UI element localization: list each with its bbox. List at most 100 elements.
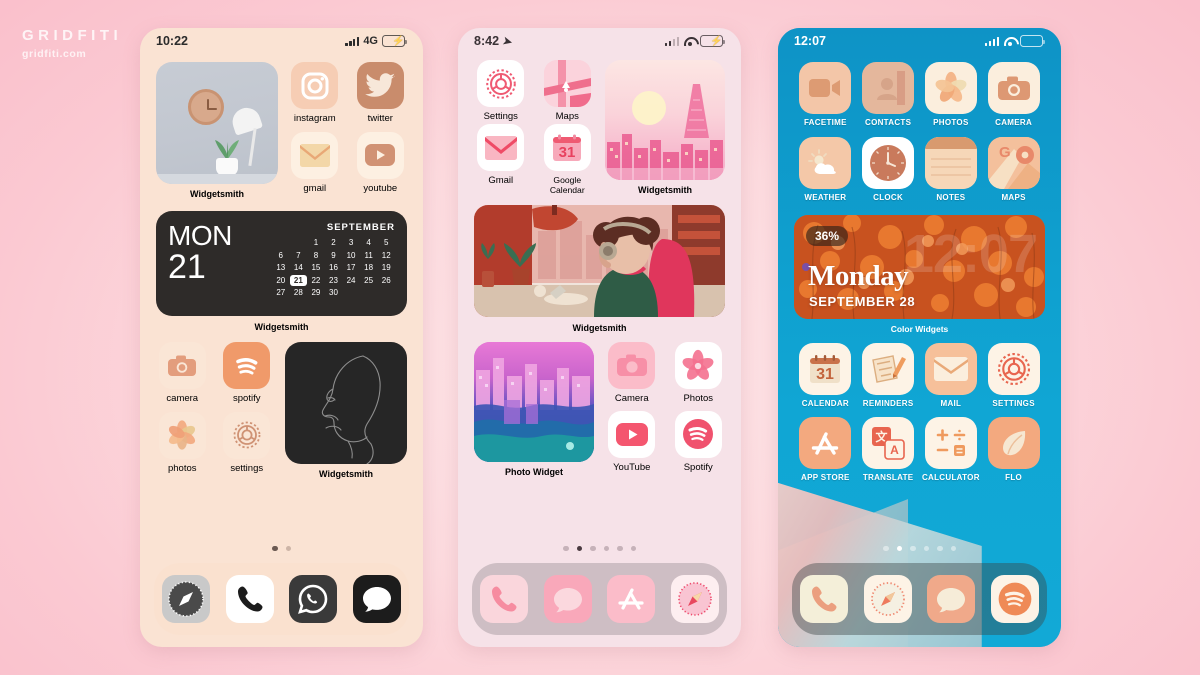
calculator-icon [924,417,977,470]
settings-gear-icon [223,411,271,459]
photos-flower-icon [924,62,977,114]
app-settings[interactable]: Settings [474,60,528,122]
page-dot[interactable] [923,545,929,551]
widget-face-1[interactable]: Widgetsmith [285,342,407,479]
page-dot[interactable] [617,545,623,551]
app-reminders[interactable]: REMINDERS [857,342,920,409]
google-g-letter: G [999,144,1011,161]
messages-bubble-icon[interactable] [543,575,592,623]
widget-tokyo-2[interactable]: Widgetsmith [605,60,725,195]
app-maps[interactable]: Maps [541,60,595,122]
calendar-empty-cell [342,287,360,298]
widget-calendar-1[interactable]: MON 21 SEPTEMBER 1 2 3 4 5 6 7 8 9 10 11 12 13 14 15 16… [140,211,423,332]
app-youtube[interactable]: YouTube [605,410,659,478]
messages-bubble-icon[interactable] [353,575,402,623]
app-label: CLOCK [873,192,904,202]
phone-handset-icon[interactable] [225,575,274,623]
app-label: PHOTOS [933,118,969,127]
app-label: WEATHER [804,192,847,202]
reminders-pencil-icon [862,342,915,395]
app-label: Maps [555,111,579,122]
phone-handset-icon[interactable] [479,575,528,623]
app-instagram[interactable]: instagram [288,62,342,130]
calendar-day-cell: 2 [331,238,336,247]
safari-compass-icon[interactable] [671,575,720,623]
clock-icon [862,136,915,189]
app-app-store[interactable]: APP STORE [794,417,857,483]
desk-surface [156,174,278,184]
calendar-day-cell: 26 [381,275,391,285]
app-calculator[interactable]: CALCULATOR [920,417,983,483]
page-dot[interactable] [937,545,943,551]
app-weather[interactable]: WEATHER [794,136,857,203]
app-camera[interactable]: camera [156,342,209,410]
page-dot[interactable] [950,545,956,551]
app-camera[interactable]: CAMERA [982,62,1045,128]
page-dot[interactable] [910,545,916,551]
page-dots-1[interactable] [140,545,423,551]
widget-lofi-2[interactable]: Widgetsmith [458,205,741,333]
calendar-day-cell: 5 [383,238,389,247]
page-dots-2[interactable] [458,545,741,551]
phone-screenshot-1: 10:22 4G ⚡ Widgetsmith instagram twitter… [140,28,423,647]
safari-compass-icon[interactable] [863,575,912,623]
page-dot[interactable] [590,545,596,551]
calendar-widget: MON 21 SEPTEMBER 1 2 3 4 5 6 7 8 9 10 11 12 13 14 15 16… [156,211,407,316]
app-photos[interactable]: photos [156,411,209,480]
page-dot[interactable] [576,545,582,551]
app-gmail[interactable]: Gmail [474,124,528,195]
flo-leaf-icon [987,417,1040,470]
safari-compass-icon[interactable] [161,575,210,623]
app-twitter[interactable]: twitter [354,62,408,130]
app-spotify[interactable]: spotify [221,342,274,410]
calendar-day-cell: 22 [311,275,321,285]
calendar-day-cell: 11 [364,250,373,260]
app-mail[interactable]: MAIL [920,342,983,409]
app-photos[interactable]: Photos [672,342,726,409]
app-label: Spotify [683,461,713,473]
messages-bubble-icon[interactable] [927,575,976,623]
widget-color-3[interactable]: 12:07 36% Monday SEPTEMBER 28 Color Widg… [778,214,1061,334]
app-store-icon[interactable] [607,575,656,623]
app-facetime[interactable]: FACETIME [794,62,857,128]
photos-flower-icon [674,342,722,390]
color-widget: 12:07 36% Monday SEPTEMBER 28 [794,214,1045,319]
page-dot[interactable] [883,545,889,551]
phone-handset-icon[interactable] [799,575,848,623]
whatsapp-icon[interactable] [289,575,338,623]
page-dot[interactable] [603,545,609,551]
app-contacts[interactable]: CONTACTS [857,62,920,128]
page-dot[interactable] [563,545,569,551]
app-camera[interactable]: Camera [605,342,659,409]
app-settings[interactable]: SETTINGS [982,342,1045,409]
calendar-day-number: 31 [559,144,576,161]
battery-charging-icon: ⚡ [700,35,726,47]
app-settings[interactable]: settings [221,411,274,480]
page-dots-3[interactable] [778,545,1061,551]
app-gmail[interactable]: gmail [288,131,342,200]
app-label: Settings [483,111,518,122]
app-photos[interactable]: PHOTOS [920,62,983,128]
app-google-calendar[interactable]: 31 Google Calendar [541,124,595,195]
page-dot[interactable] [896,545,902,551]
app-store-icon [799,417,852,470]
app-flo[interactable]: FLO [982,417,1045,483]
app-calendar[interactable]: 31 CALENDAR [794,342,857,409]
lamp-icon [228,104,264,136]
widget-photo-1[interactable]: Widgetsmith [156,62,278,199]
app-clock[interactable]: CLOCK [857,136,920,203]
app-notes[interactable]: NOTES [920,136,983,203]
page-dot[interactable] [285,545,291,551]
app-label: FACETIME [803,118,847,127]
app-translate[interactable]: 文 A TRANSLATE [857,417,920,483]
spotify-icon[interactable] [991,575,1040,623]
page-dot[interactable] [630,545,636,551]
calendar-day-cell: 30 [329,288,338,297]
page-dot[interactable] [272,545,278,551]
signal-bars-icon [664,36,679,46]
app-spotify[interactable]: Spotify [672,410,726,478]
widget-photo-2[interactable]: Photo Widget [474,342,594,477]
app-youtube[interactable]: youtube [354,131,408,200]
app-maps[interactable]: G MAPS [982,136,1045,203]
calendar-day-cell: 18 [364,263,374,272]
